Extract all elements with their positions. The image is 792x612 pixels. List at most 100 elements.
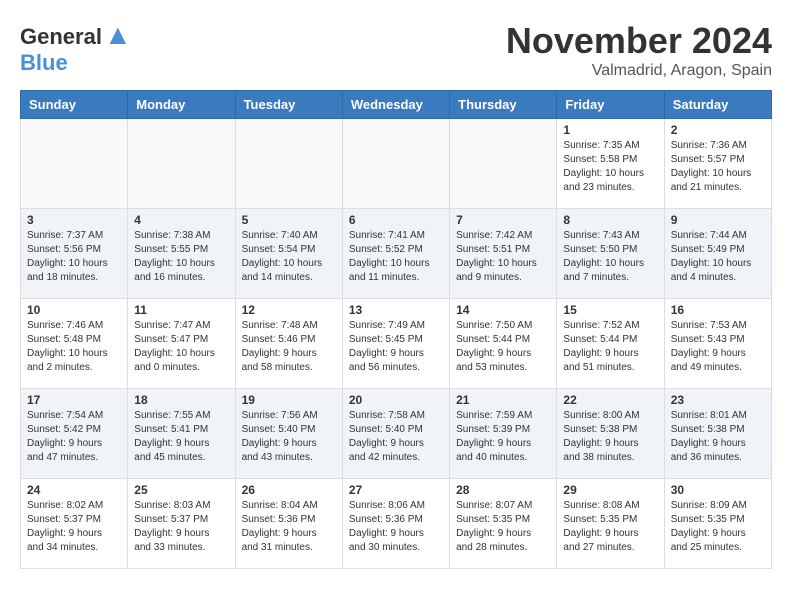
- calendar-day-cell: [21, 119, 128, 209]
- calendar-day-cell: 28 Sunrise: 8:07 AM Sunset: 5:35 PM Dayli…: [450, 479, 557, 569]
- calendar-week-row: 24 Sunrise: 8:02 AM Sunset: 5:37 PM Dayli…: [21, 479, 772, 569]
- calendar-day-cell: 11 Sunrise: 7:47 AM Sunset: 5:47 PM Dayli…: [128, 299, 235, 389]
- day-number: 27: [349, 483, 443, 497]
- weekday-header: Sunday: [21, 91, 128, 119]
- calendar-day-cell: 8 Sunrise: 7:43 AM Sunset: 5:50 PM Daylig…: [557, 209, 664, 299]
- calendar-week-row: 10Sunrise: 7:46 AM Sunset: 5:48 PM Dayli…: [21, 299, 772, 389]
- day-number: 28: [456, 483, 550, 497]
- day-info: Sunrise: 7:55 AM Sunset: 5:41 PM Dayligh…: [134, 409, 228, 465]
- day-info: Sunrise: 7:58 AM Sunset: 5:40 PM Dayligh…: [349, 409, 443, 465]
- weekday-header: Friday: [557, 91, 664, 119]
- calendar-title: November 2024: [506, 20, 772, 62]
- calendar-day-cell: 26 Sunrise: 8:04 AM Sunset: 5:36 PM Dayli…: [235, 479, 342, 569]
- calendar-day-cell: 3 Sunrise: 7:37 AM Sunset: 5:56 PM Daylig…: [21, 209, 128, 299]
- day-number: 8: [563, 213, 657, 227]
- day-number: 15: [563, 303, 657, 317]
- day-number: 3: [27, 213, 121, 227]
- calendar-header-row: SundayMondayTuesdayWednesdayThursdayFrid…: [21, 91, 772, 119]
- day-number: 12: [242, 303, 336, 317]
- day-info: Sunrise: 8:00 AM Sunset: 5:38 PM Dayligh…: [563, 409, 657, 465]
- day-number: 4: [134, 213, 228, 227]
- day-info: Sunrise: 8:04 AM Sunset: 5:36 PM Dayligh…: [242, 499, 336, 555]
- day-info: Sunrise: 7:35 AM Sunset: 5:58 PM Dayligh…: [563, 139, 657, 195]
- calendar-day-cell: 25Sunrise: 8:03 AM Sunset: 5:37 PM Dayli…: [128, 479, 235, 569]
- calendar-day-cell: 4 Sunrise: 7:38 AM Sunset: 5:55 PM Daylig…: [128, 209, 235, 299]
- weekday-header: Saturday: [664, 91, 771, 119]
- day-number: 21: [456, 393, 550, 407]
- day-info: Sunrise: 7:38 AM Sunset: 5:55 PM Dayligh…: [134, 229, 228, 285]
- day-number: 25: [134, 483, 228, 497]
- day-number: 23: [671, 393, 765, 407]
- day-info: Sunrise: 7:52 AM Sunset: 5:44 PM Dayligh…: [563, 319, 657, 375]
- calendar-day-cell: 13 Sunrise: 7:49 AM Sunset: 5:45 PM Dayli…: [342, 299, 449, 389]
- day-info: Sunrise: 7:49 AM Sunset: 5:45 PM Dayligh…: [349, 319, 443, 375]
- calendar-day-cell: 7 Sunrise: 7:42 AM Sunset: 5:51 PM Daylig…: [450, 209, 557, 299]
- calendar-day-cell: 12Sunrise: 7:48 AM Sunset: 5:46 PM Dayli…: [235, 299, 342, 389]
- day-info: Sunrise: 7:53 AM Sunset: 5:43 PM Dayligh…: [671, 319, 765, 375]
- day-number: 24: [27, 483, 121, 497]
- day-number: 7: [456, 213, 550, 227]
- day-info: Sunrise: 8:07 AM Sunset: 5:35 PM Dayligh…: [456, 499, 550, 555]
- day-number: 19: [242, 393, 336, 407]
- day-info: Sunrise: 7:43 AM Sunset: 5:50 PM Dayligh…: [563, 229, 657, 285]
- calendar-week-row: 17 Sunrise: 7:54 AM Sunset: 5:42 PM Dayli…: [21, 389, 772, 479]
- day-info: Sunrise: 7:44 AM Sunset: 5:49 PM Dayligh…: [671, 229, 765, 285]
- calendar-day-cell: 21Sunrise: 7:59 AM Sunset: 5:39 PM Dayli…: [450, 389, 557, 479]
- calendar-day-cell: [342, 119, 449, 209]
- calendar-day-cell: 23 Sunrise: 8:01 AM Sunset: 5:38 PM Dayli…: [664, 389, 771, 479]
- calendar-day-cell: 17 Sunrise: 7:54 AM Sunset: 5:42 PM Dayli…: [21, 389, 128, 479]
- day-number: 16: [671, 303, 765, 317]
- day-number: 22: [563, 393, 657, 407]
- calendar-day-cell: 24 Sunrise: 8:02 AM Sunset: 5:37 PM Dayli…: [21, 479, 128, 569]
- logo: General▲ Blue: [20, 20, 132, 75]
- weekday-header: Monday: [128, 91, 235, 119]
- day-info: Sunrise: 7:37 AM Sunset: 5:56 PM Dayligh…: [27, 229, 121, 285]
- calendar-day-cell: [450, 119, 557, 209]
- calendar-day-cell: 10Sunrise: 7:46 AM Sunset: 5:48 PM Dayli…: [21, 299, 128, 389]
- day-number: 9: [671, 213, 765, 227]
- day-number: 29: [563, 483, 657, 497]
- day-info: Sunrise: 8:08 AM Sunset: 5:35 PM Dayligh…: [563, 499, 657, 555]
- day-info: Sunrise: 7:42 AM Sunset: 5:51 PM Dayligh…: [456, 229, 550, 285]
- calendar-day-cell: [235, 119, 342, 209]
- day-info: Sunrise: 8:02 AM Sunset: 5:37 PM Dayligh…: [27, 499, 121, 555]
- day-number: 5: [242, 213, 336, 227]
- day-info: Sunrise: 7:36 AM Sunset: 5:57 PM Dayligh…: [671, 139, 765, 195]
- day-number: 26: [242, 483, 336, 497]
- calendar-day-cell: 2 Sunrise: 7:36 AM Sunset: 5:57 PM Daylig…: [664, 119, 771, 209]
- calendar-day-cell: 20 Sunrise: 7:58 AM Sunset: 5:40 PM Dayli…: [342, 389, 449, 479]
- calendar-day-cell: 29 Sunrise: 8:08 AM Sunset: 5:35 PM Dayli…: [557, 479, 664, 569]
- calendar-day-cell: 27 Sunrise: 8:06 AM Sunset: 5:36 PM Dayli…: [342, 479, 449, 569]
- calendar-day-cell: 18Sunrise: 7:55 AM Sunset: 5:41 PM Dayli…: [128, 389, 235, 479]
- day-number: 10: [27, 303, 121, 317]
- day-number: 2: [671, 123, 765, 137]
- day-info: Sunrise: 7:47 AM Sunset: 5:47 PM Dayligh…: [134, 319, 228, 375]
- calendar-day-cell: 19 Sunrise: 7:56 AM Sunset: 5:40 PM Dayli…: [235, 389, 342, 479]
- day-info: Sunrise: 7:40 AM Sunset: 5:54 PM Dayligh…: [242, 229, 336, 285]
- day-info: Sunrise: 8:06 AM Sunset: 5:36 PM Dayligh…: [349, 499, 443, 555]
- day-number: 14: [456, 303, 550, 317]
- day-info: Sunrise: 7:54 AM Sunset: 5:42 PM Dayligh…: [27, 409, 121, 465]
- logo-general: General: [20, 24, 102, 49]
- day-number: 13: [349, 303, 443, 317]
- day-number: 1: [563, 123, 657, 137]
- calendar-day-cell: 1 Sunrise: 7:35 AM Sunset: 5:58 PM Daylig…: [557, 119, 664, 209]
- calendar-day-cell: 16 Sunrise: 7:53 AM Sunset: 5:43 PM Dayli…: [664, 299, 771, 389]
- weekday-header: Wednesday: [342, 91, 449, 119]
- day-number: 6: [349, 213, 443, 227]
- day-number: 11: [134, 303, 228, 317]
- day-info: Sunrise: 7:41 AM Sunset: 5:52 PM Dayligh…: [349, 229, 443, 285]
- day-number: 20: [349, 393, 443, 407]
- calendar-day-cell: 9 Sunrise: 7:44 AM Sunset: 5:49 PM Daylig…: [664, 209, 771, 299]
- day-info: Sunrise: 8:01 AM Sunset: 5:38 PM Dayligh…: [671, 409, 765, 465]
- calendar-table: SundayMondayTuesdayWednesdayThursdayFrid…: [20, 90, 772, 569]
- weekday-header: Tuesday: [235, 91, 342, 119]
- weekday-header: Thursday: [450, 91, 557, 119]
- day-info: Sunrise: 7:50 AM Sunset: 5:44 PM Dayligh…: [456, 319, 550, 375]
- calendar-subtitle: Valmadrid, Aragon, Spain: [506, 62, 772, 80]
- day-number: 17: [27, 393, 121, 407]
- calendar-week-row: 1 Sunrise: 7:35 AM Sunset: 5:58 PM Daylig…: [21, 119, 772, 209]
- day-info: Sunrise: 7:56 AM Sunset: 5:40 PM Dayligh…: [242, 409, 336, 465]
- logo-blue: Blue: [20, 51, 132, 75]
- calendar-day-cell: 14 Sunrise: 7:50 AM Sunset: 5:44 PM Dayli…: [450, 299, 557, 389]
